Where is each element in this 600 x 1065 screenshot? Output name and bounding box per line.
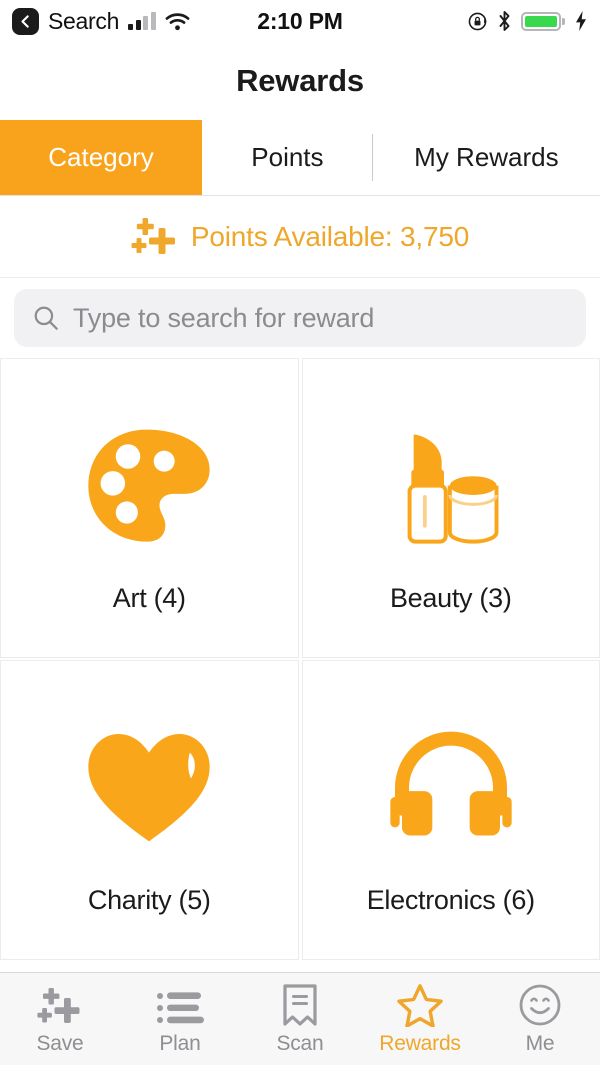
bullet-list-icon xyxy=(156,983,204,1027)
bottom-tab-bar: Save Plan Scan Rewards Me xyxy=(0,972,600,1065)
status-bar-left: Search xyxy=(12,7,190,35)
search-icon xyxy=(34,306,58,330)
smiley-face-icon xyxy=(518,983,562,1027)
points-available-row: Points Available: 3,750 xyxy=(0,196,600,278)
points-available-text: Points Available: 3,750 xyxy=(190,220,470,252)
segmented-tabs: Category Points My Rewards xyxy=(0,120,600,196)
app-screen: Search 2:10 PM Rewards Category Points M… xyxy=(0,0,600,1065)
receipt-icon xyxy=(280,983,320,1027)
category-label: Electronics (6) xyxy=(366,884,535,915)
chevron-left-icon xyxy=(21,14,29,28)
bluetooth-icon xyxy=(499,11,509,31)
palette-icon xyxy=(79,403,219,573)
category-cell-beauty[interactable]: Beauty (3) xyxy=(301,358,600,658)
search-placeholder: Type to search for reward xyxy=(73,302,375,333)
lightning-bolt-icon xyxy=(576,11,586,31)
battery-charging-icon xyxy=(520,11,565,31)
search-bar-container: Type to search for reward xyxy=(0,278,600,358)
page-title: Rewards xyxy=(236,63,364,98)
back-to-search-button[interactable] xyxy=(12,7,39,35)
bottom-tab-me[interactable]: Me xyxy=(480,973,600,1065)
lipstick-icon xyxy=(381,403,521,573)
points-sparkle-icon xyxy=(131,217,175,254)
bottom-tab-label: Rewards xyxy=(379,1031,461,1055)
bottom-tab-scan[interactable]: Scan xyxy=(240,973,360,1065)
back-label: Search xyxy=(48,7,120,34)
category-grid: Art (4) Beauty (3) Charity (5) Electroni… xyxy=(0,358,600,972)
category-label: Art (4) xyxy=(112,582,186,613)
bottom-tab-rewards[interactable]: Rewards xyxy=(360,973,480,1065)
tab-my-rewards[interactable]: My Rewards xyxy=(372,120,600,195)
category-cell-charity[interactable]: Charity (5) xyxy=(0,660,299,960)
tab-points[interactable]: Points xyxy=(202,120,373,195)
headphones-icon xyxy=(381,705,521,875)
rotation-lock-icon xyxy=(468,12,487,30)
search-input[interactable]: Type to search for reward xyxy=(14,289,586,347)
sparkle-plus-icon xyxy=(37,983,83,1027)
bottom-tab-label: Scan xyxy=(276,1031,324,1055)
cellular-signal-icon xyxy=(128,12,156,30)
star-icon xyxy=(397,983,443,1027)
bottom-tab-plan[interactable]: Plan xyxy=(120,973,240,1065)
category-cell-electronics[interactable]: Electronics (6) xyxy=(301,660,600,960)
category-cell-art[interactable]: Art (4) xyxy=(0,358,299,658)
tab-category[interactable]: Category xyxy=(0,120,202,195)
bottom-tab-label: Save xyxy=(36,1031,84,1055)
wifi-icon xyxy=(165,12,190,30)
bottom-tab-label: Plan xyxy=(159,1031,201,1055)
status-bar-right xyxy=(467,10,589,32)
category-label: Charity (5) xyxy=(87,884,211,915)
status-bar: Search 2:10 PM xyxy=(0,0,600,42)
heart-icon xyxy=(79,705,219,875)
navigation-bar: Rewards xyxy=(0,42,600,120)
category-label: Beauty (3) xyxy=(389,582,512,613)
bottom-tab-save[interactable]: Save xyxy=(0,973,120,1065)
bottom-tab-label: Me xyxy=(525,1031,555,1055)
